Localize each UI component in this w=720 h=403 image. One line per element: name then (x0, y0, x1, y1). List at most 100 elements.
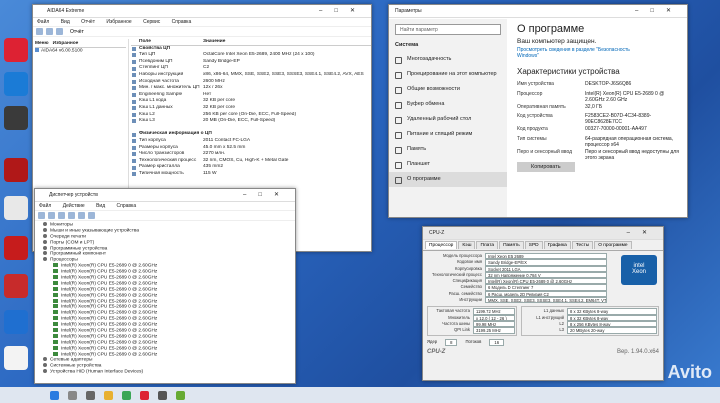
table-row[interactable]: Типичная мощность 115 W (131, 171, 371, 178)
table-row[interactable]: Кэш L3 20 MB (On-Die, ECC, Full-Speed) (131, 118, 371, 125)
table-row[interactable]: Размеры корпуса 45.0 mm x 52.5 mm (131, 145, 371, 152)
table-row[interactable]: Технологический процесс 32 nm, CMOS, Cu, … (131, 158, 371, 165)
menu-item[interactable]: Справка (117, 203, 137, 209)
desktop-icon-6[interactable] (4, 236, 28, 260)
search-icon[interactable] (68, 390, 77, 400)
settings-nav-item[interactable]: Удаленный рабочий стол (389, 112, 507, 127)
devmgr-titlebar[interactable]: Диспетчер устройств –□✕ (35, 189, 295, 202)
tree-tab-favorites[interactable]: Избранное (53, 41, 79, 46)
desktop-icon-2[interactable] (4, 72, 28, 96)
help-icon[interactable] (68, 212, 75, 219)
update-driver-icon[interactable] (88, 212, 95, 219)
refresh-icon[interactable] (56, 28, 63, 35)
row-field: Размер кристалла (131, 164, 203, 171)
task-view-icon[interactable] (86, 390, 95, 400)
table-row[interactable]: Число транзисторов 2270 млн. (131, 151, 371, 158)
menu-item[interactable]: Вид (96, 203, 105, 209)
cpuz-tab[interactable]: Тесты (571, 241, 594, 249)
settings-nav-item[interactable]: Проецирование на этот компьютер (389, 67, 507, 82)
back-icon[interactable] (38, 212, 45, 219)
desktop-icon-3[interactable] (4, 106, 28, 130)
settings-nav-item[interactable]: Буфер обмена (389, 97, 507, 112)
window-controls[interactable]: –□✕ (243, 189, 291, 202)
cpuz-tab[interactable]: Процессор (425, 241, 458, 249)
spec-value: Перо и сенсорный ввод недоступны для это… (585, 148, 679, 161)
desktop-icon-7[interactable] (4, 274, 28, 298)
table-row[interactable]: Степпинг ЦП C2 (131, 65, 371, 72)
settings-nav-item[interactable]: Питание и спящий режим (389, 127, 507, 142)
cpuz-titlebar[interactable]: CPU-Z –✕ (423, 227, 663, 240)
settings-search-input[interactable]: Найти параметр (395, 24, 501, 35)
settings-nav-item[interactable]: О программе (389, 172, 507, 187)
copy-button[interactable]: Копировать (517, 162, 575, 172)
table-row[interactable]: Тип ЦП OctalCore Intel Xeon E5-2689, 2400… (131, 52, 371, 59)
device-category-icon (43, 257, 47, 262)
menu-item[interactable]: Отчёт (81, 19, 95, 25)
monitor-icon[interactable] (78, 212, 85, 219)
cpuz-tab[interactable]: Плата (476, 241, 499, 249)
menu-item[interactable]: Файл (37, 19, 49, 25)
settings-nav-item[interactable]: Общие возможности (389, 82, 507, 97)
table-row[interactable]: Engineering Sample Нет (131, 92, 371, 99)
cpuz-tab[interactable]: Кэш (458, 241, 476, 249)
devmgr-toolbar (35, 211, 295, 221)
row-field: Степпинг ЦП (131, 65, 203, 72)
window-controls[interactable]: –□✕ (635, 5, 683, 18)
forward-icon[interactable] (48, 212, 55, 219)
table-row[interactable]: Исходная частота 2600 MHz (131, 79, 371, 86)
desktop-icon-1[interactable] (4, 38, 28, 62)
table-row[interactable]: Псевдоним ЦП Sandy Bridge-EP (131, 59, 371, 66)
window-controls[interactable]: –✕ (627, 227, 659, 240)
device-tree: Мониторы Мыши и иные указывающие устройст… (35, 221, 295, 376)
table-row[interactable]: Тип корпуса 2011 Contact FC-LGA (131, 138, 371, 145)
desktop-icon-5[interactable] (4, 196, 28, 220)
table-row[interactable]: Свойства ЦП (131, 46, 371, 53)
cpuz-tab[interactable]: Память (499, 241, 524, 249)
table-row[interactable]: Размер кристалла 435 mm2 (131, 164, 371, 171)
security-link[interactable]: Просмотреть сведения в разделе "Безопасн… (517, 47, 637, 59)
settings-titlebar[interactable]: Параметры –□✕ (389, 5, 687, 18)
table-row[interactable]: Кэш L1 данных 32 KB per core (131, 105, 371, 112)
table-row[interactable]: Кэш L1 кода 32 KB per core (131, 98, 371, 105)
menu-item[interactable]: Сервис (143, 19, 160, 25)
tree-tab-menu[interactable]: Меню (35, 41, 49, 46)
menu-item[interactable]: Файл (39, 203, 51, 209)
window-controls[interactable]: –□✕ (319, 5, 367, 18)
table-row[interactable]: Физическая информация о ЦП (131, 131, 371, 138)
column-field[interactable]: Поле (131, 39, 203, 45)
menu-item[interactable]: Избранное (106, 19, 131, 25)
desktop-icon-4[interactable] (4, 158, 28, 182)
start-icon[interactable] (50, 390, 59, 400)
table-row[interactable] (131, 125, 371, 132)
desktop-icon-9[interactable] (4, 346, 28, 370)
spec-row: Перо и сенсорный ввод Перо и сенсорный вв… (517, 148, 679, 161)
device-category-icon (43, 233, 47, 238)
cpuz-taskbar-icon[interactable] (176, 390, 185, 400)
device-category[interactable]: Устройства HID (Human Interface Devices) (39, 369, 291, 375)
explorer-icon[interactable] (104, 390, 113, 400)
back-icon[interactable] (36, 28, 43, 35)
report-button[interactable]: Отчёт (70, 29, 84, 35)
desktop-icon-8[interactable] (4, 310, 28, 334)
menu-item[interactable]: Справка (172, 19, 192, 25)
table-row[interactable]: Наборы инструкций x86, x86-64, MMX, SSE, … (131, 72, 371, 79)
cpuz-tab[interactable]: О программе (594, 241, 632, 249)
aida64-taskbar-icon[interactable] (140, 390, 149, 400)
properties-icon[interactable] (58, 212, 65, 219)
settings-nav-item[interactable]: Планшет (389, 157, 507, 172)
aida64-toolbar: Отчёт (33, 27, 371, 37)
cpuz-tab[interactable]: SPD (524, 241, 543, 249)
menu-item[interactable]: Действие (63, 203, 85, 209)
forward-icon[interactable] (46, 28, 53, 35)
browser-icon[interactable] (122, 390, 131, 400)
column-value[interactable]: Значение (203, 39, 371, 45)
cpuz-tab[interactable]: Графика (543, 241, 571, 249)
settings-taskbar-icon[interactable] (158, 390, 167, 400)
settings-nav-item[interactable]: Многозадачность (389, 52, 507, 67)
aida64-titlebar[interactable]: AIDA64 Extreme –□✕ (33, 5, 371, 18)
table-row[interactable]: Мин. / макс. множитель ЦП 12x / 26x (131, 85, 371, 92)
settings-nav-item[interactable]: Память (389, 142, 507, 157)
menu-item[interactable]: Вид (61, 19, 70, 25)
settings-window: Параметры –□✕ Найти параметр Система Мно… (388, 4, 688, 218)
table-row[interactable]: Кэш L2 256 KB per core (On-Die, ECC, Full… (131, 112, 371, 119)
